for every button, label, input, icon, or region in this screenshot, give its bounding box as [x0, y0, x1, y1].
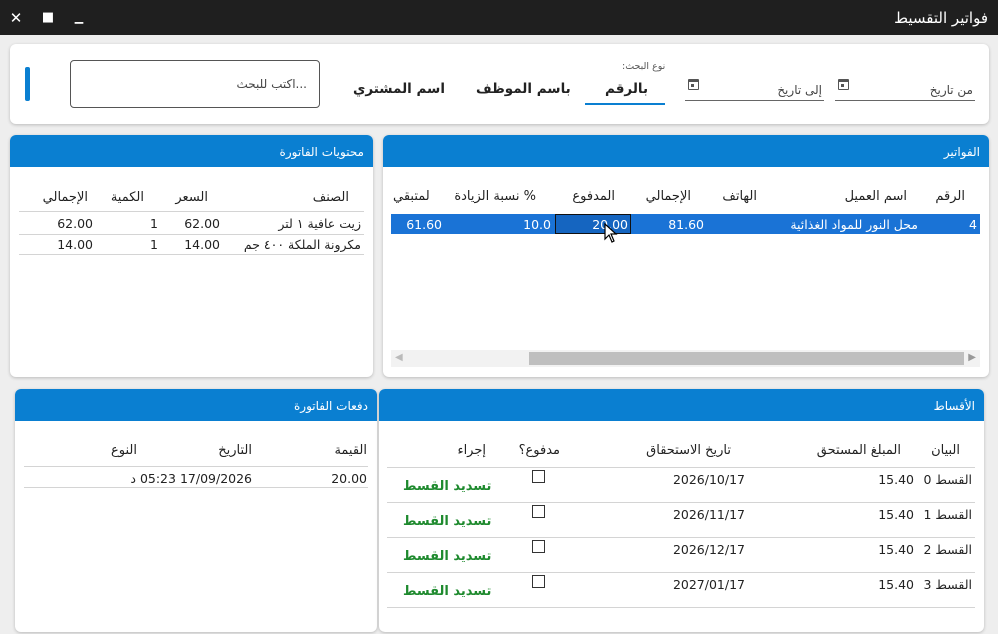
cell-remaining: 61.60	[406, 217, 442, 232]
search-bar: اكتب للبحث... اسم المشتري باسم الموظف با…	[10, 44, 989, 124]
paid-checkbox[interactable]	[532, 540, 545, 553]
search-placeholder: اكتب للبحث...	[236, 77, 308, 91]
window-title: فواتير التقسيط	[894, 9, 988, 27]
pay-installment-button[interactable]: تسديد القسط	[403, 514, 491, 529]
cell-label: القسط 0	[923, 472, 972, 487]
cell-total: 14.00	[57, 237, 93, 252]
invoice-payments-panel: دفعات الفاتورة القيمة التاريخ النوع 20.0…	[15, 389, 377, 632]
cell-increase: 10.0	[523, 217, 551, 232]
pay-installment-button[interactable]: تسديد القسط	[403, 479, 491, 494]
table-row-selected[interactable]: 4 محل النور للمواد الغذائية 81.60 20.00 …	[391, 214, 980, 234]
column-header: مدفوع؟	[518, 443, 560, 458]
column-header: الإجمالي	[42, 190, 88, 205]
column-header: المدفوع	[572, 189, 615, 204]
column-header: الرقم	[935, 189, 965, 204]
column-header: الكمية	[110, 190, 144, 205]
scroll-left-icon[interactable]: ◀	[395, 352, 403, 363]
cell-number: 4	[969, 217, 977, 232]
cell-due-date: 2027/01/17	[672, 577, 745, 592]
panel-header: محتويات الفاتورة	[10, 135, 373, 167]
cell-date: 17/09/2026 05:23 د	[130, 471, 252, 486]
minimize-button[interactable]: ▁	[69, 8, 89, 28]
column-header: الهاتف	[722, 189, 757, 204]
horizontal-scrollbar[interactable]: ◀ ▶	[391, 350, 980, 367]
cell-value: 20.00	[331, 471, 367, 486]
column-header: السعر	[175, 190, 208, 205]
column-header: الصنف	[312, 190, 349, 205]
cell-due-date: 2026/10/17	[672, 472, 745, 487]
cell-due-date: 2026/12/17	[672, 542, 745, 557]
mouse-cursor-icon	[604, 223, 618, 243]
scroll-right-icon[interactable]: ▶	[968, 352, 976, 363]
cell-customer: محل النور للمواد الغذائية	[790, 217, 918, 232]
panel-header: الأقساط	[379, 389, 984, 421]
column-header: النوع	[111, 443, 137, 458]
invoice-contents-panel: محتويات الفاتورة الصنف السعر الكمية الإج…	[10, 135, 373, 377]
cell-total: 62.00	[57, 216, 93, 231]
paid-checkbox[interactable]	[532, 575, 545, 588]
tab-buyer-name[interactable]: اسم المشتري	[353, 81, 445, 97]
maximize-button[interactable]: ■	[38, 8, 58, 28]
cell-qty: 1	[150, 237, 158, 252]
cell-amount: 15.40	[878, 472, 914, 487]
cell-amount: 15.40	[878, 577, 914, 592]
pay-installment-button[interactable]: تسديد القسط	[403, 584, 491, 599]
to-date-placeholder: إلى تاريخ	[777, 83, 822, 97]
search-type-label: نوع البحث:	[622, 61, 666, 72]
scrollbar-thumb[interactable]	[529, 352, 964, 365]
calendar-icon[interactable]	[838, 79, 849, 90]
title-bar: ✕ ■ ▁ فواتير التقسيط	[0, 0, 998, 35]
search-input[interactable]: اكتب للبحث...	[70, 60, 320, 108]
cell-label: القسط 3	[923, 577, 972, 592]
cell-amount: 15.40	[878, 507, 914, 522]
cell-price: 62.00	[184, 216, 220, 231]
tab-by-number-label: بالرقم	[605, 81, 649, 97]
cell-qty: 1	[150, 216, 158, 231]
installments-panel: الأقساط البيان المبلغ المستحق تاريخ الاس…	[379, 389, 984, 632]
column-header: القيمة	[334, 443, 367, 458]
column-header: البيان	[931, 443, 960, 458]
cell-label: القسط 2	[923, 542, 972, 557]
close-button[interactable]: ✕	[6, 8, 26, 28]
panel-header: دفعات الفاتورة	[15, 389, 377, 421]
cell-amount: 15.40	[878, 542, 914, 557]
cell-item: زيت عافية ١ لتر	[278, 216, 361, 231]
tab-employee-name[interactable]: باسم الموظف	[476, 81, 571, 97]
to-date-field[interactable]: إلى تاريخ	[685, 74, 824, 101]
column-header: إجراء	[457, 443, 486, 458]
column-header: نسبة الزيادة %	[454, 189, 536, 204]
column-header: المبلغ المستحق	[816, 443, 901, 458]
paid-checkbox[interactable]	[532, 470, 545, 483]
cell-item: مكرونة الملكة ٤٠٠ جم	[243, 237, 361, 252]
tab-by-number[interactable]: بالرقم	[585, 77, 665, 105]
column-header: اسم العميل	[844, 189, 907, 204]
column-header: التاريخ	[218, 443, 252, 458]
paid-checkbox[interactable]	[532, 505, 545, 518]
column-header: تاريخ الاستحقاق	[646, 443, 731, 458]
column-header: المتبقي	[393, 189, 429, 204]
cell-due-date: 2026/11/17	[672, 507, 745, 522]
invoices-panel: الفواتير الرقم اسم العميل الهاتف الإجمال…	[383, 135, 989, 377]
cell-total: 81.60	[668, 217, 704, 232]
side-accent	[25, 67, 30, 101]
column-header: الإجمالي	[645, 189, 691, 204]
panel-header: الفواتير	[383, 135, 989, 167]
cell-label: القسط 1	[923, 507, 972, 522]
from-date-field[interactable]: من تاريخ	[835, 74, 975, 101]
cell-price: 14.00	[184, 237, 220, 252]
cell-paid-focused[interactable]: 20.00	[555, 214, 631, 234]
calendar-icon[interactable]	[688, 79, 699, 90]
from-date-placeholder: من تاريخ	[929, 83, 973, 97]
pay-installment-button[interactable]: تسديد القسط	[403, 549, 491, 564]
